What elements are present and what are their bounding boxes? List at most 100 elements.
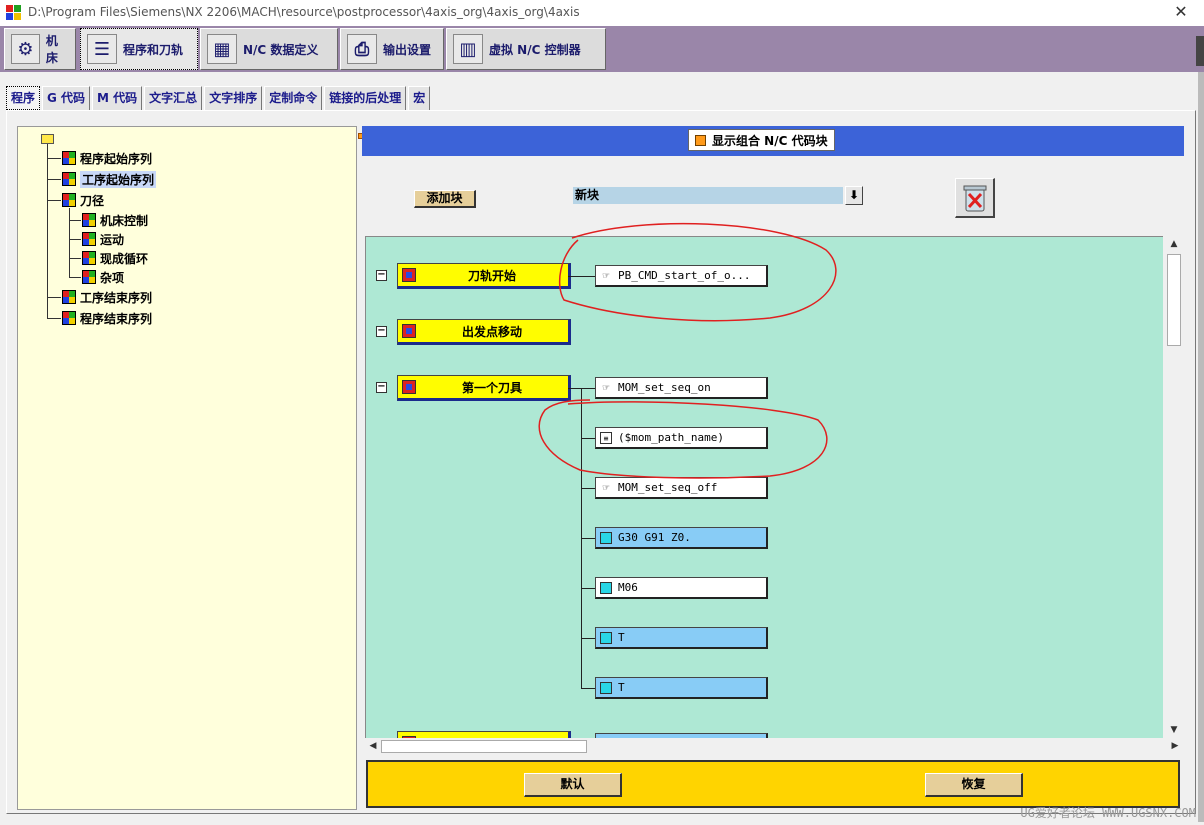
tab-virtual-controller[interactable]: ▥ 虚拟 N/C 控制器 — [446, 28, 606, 70]
block-set-seq-on[interactable]: ☞ MOM_set_seq_on — [595, 377, 768, 399]
scroll-down-icon[interactable]: ▼ — [1165, 722, 1183, 738]
collapse-toggle[interactable]: − — [376, 270, 387, 281]
tree-node-toolpath[interactable]: 刀径 — [62, 191, 104, 209]
event-from-move[interactable]: 出发点移动 — [397, 319, 571, 345]
close-button[interactable]: ✕ — [1158, 0, 1204, 26]
event-icon — [402, 324, 416, 338]
event-icon — [402, 268, 416, 282]
tree-node-label: 现成循环 — [100, 251, 149, 266]
event-label: 刀轨开始 — [467, 268, 516, 283]
tree-node-label: 工序起始序列 — [80, 170, 157, 188]
bottom-bar: 默认 恢复 — [366, 760, 1180, 808]
cube-icon — [82, 251, 96, 265]
scroll-thumb[interactable] — [1167, 254, 1181, 346]
tab-output-settings[interactable]: ⎙ 输出设置 — [340, 28, 444, 70]
scroll-right-icon[interactable]: ▶ — [1167, 738, 1183, 755]
hand-pointer-icon: ☞ — [602, 268, 610, 282]
tab-nc-data[interactable]: ▦ N/C 数据定义 — [200, 28, 338, 70]
block-cube-icon — [600, 581, 612, 594]
horizontal-scrollbar[interactable]: ◀ ▶ — [365, 738, 1183, 755]
block-cube-icon — [600, 681, 612, 694]
tab-label: 输出设置 — [383, 42, 432, 57]
tree-node-program-end[interactable]: 程序结束序列 — [62, 309, 152, 327]
machine-icon: ⚙ — [11, 34, 40, 64]
controller-icon: ▥ — [453, 34, 483, 64]
cube-icon — [82, 232, 96, 246]
trash-icon — [963, 185, 986, 211]
event-label: 第一个刀具 — [461, 380, 522, 395]
subtab-g-code[interactable]: G 代码 — [42, 86, 91, 110]
tab-label: 程序和刀轨 — [123, 42, 184, 57]
tab-program-toolpath[interactable]: ☰ 程序和刀轨 — [80, 28, 198, 70]
default-button[interactable]: 默认 — [524, 773, 622, 797]
tree-node-machine-control[interactable]: 机床控制 — [82, 211, 148, 229]
cube-icon — [62, 172, 76, 186]
collapse-toggle[interactable]: − — [376, 382, 387, 393]
block-t-1[interactable]: T — [595, 627, 768, 649]
tree-node-canned-cycle[interactable]: 现成循环 — [82, 249, 148, 267]
subtab-program[interactable]: 程序 — [6, 86, 41, 110]
tree-node-motion[interactable]: 运动 — [82, 230, 124, 248]
scroll-thumb[interactable] — [381, 740, 587, 753]
title-bar: D:\Program Files\Siemens\NX 2206\MACH\re… — [0, 0, 1204, 26]
block-text: G30 G91 Z0. — [618, 531, 691, 544]
tab-machine[interactable]: ⚙ 机床 — [4, 28, 76, 70]
tree-node-label: 杂项 — [100, 270, 125, 285]
tree-node-label: 运动 — [100, 232, 125, 247]
tab-label: 机床 — [45, 34, 58, 65]
block-t-2[interactable]: T — [595, 677, 768, 699]
block-set-seq-off[interactable]: ☞ MOM_set_seq_off — [595, 477, 768, 499]
block-m06[interactable]: M06 — [595, 577, 768, 599]
tree-node-misc[interactable]: 杂项 — [82, 268, 124, 286]
block-g30[interactable]: G30 G91 Z0. — [595, 527, 768, 549]
subtab-word-summary[interactable]: 文字汇总 — [144, 86, 203, 110]
event-next-partial[interactable] — [397, 731, 571, 738]
restore-button[interactable]: 恢复 — [925, 773, 1023, 797]
show-combined-blocks-toggle[interactable]: 显示组合 N/C 代码块 — [688, 129, 835, 151]
cube-icon — [82, 270, 96, 284]
tree-node-label: 刀径 — [80, 193, 105, 208]
tree-node-operation-end[interactable]: 工序结束序列 — [62, 288, 152, 306]
hand-pointer-icon: ☞ — [602, 380, 610, 394]
subtab-custom-command[interactable]: 定制命令 — [264, 86, 323, 110]
subtab-macro[interactable]: 宏 — [408, 86, 431, 110]
document-icon: ≡ — [600, 431, 612, 444]
header-bar: 显示组合 N/C 代码块 — [362, 126, 1184, 156]
block-text: PB_CMD_start_of_o... — [618, 269, 751, 282]
block-text: T — [618, 631, 625, 644]
watermark: UG爱好者论坛 WWW.UGSNX.COM — [1020, 806, 1196, 820]
subtab-linked-post[interactable]: 链接的后处理 — [324, 86, 407, 110]
cube-icon — [62, 290, 76, 304]
scroll-up-icon[interactable]: ▲ — [1165, 236, 1183, 252]
printer-icon: ⎙ — [347, 34, 377, 64]
vertical-scrollbar[interactable]: ▲ ▼ — [1165, 236, 1183, 738]
subtab-m-code[interactable]: M 代码 — [92, 86, 143, 110]
event-first-tool[interactable]: 第一个刀具 — [397, 375, 571, 401]
nc-data-icon: ▦ — [207, 34, 237, 64]
app-icon — [6, 5, 22, 21]
scroll-left-icon[interactable]: ◀ — [365, 738, 381, 755]
new-block-select[interactable]: 新块 — [573, 187, 843, 204]
tree-node-operation-start[interactable]: 工序起始序列 — [62, 170, 157, 188]
subtab-word-sequence[interactable]: 文字排序 — [204, 86, 263, 110]
collapse-toggle[interactable]: − — [376, 326, 387, 337]
tree-node-label: 机床控制 — [100, 213, 149, 228]
block-canvas: − − − 刀轨开始 出发点移动 第一个刀具 ☞ PB_CMD_start_of… — [365, 236, 1163, 738]
tree-node-label: 程序起始序列 — [80, 151, 153, 166]
block-pb-cmd-start[interactable]: ☞ PB_CMD_start_of_o... — [595, 265, 768, 287]
add-block-button[interactable]: 添加块 — [414, 190, 476, 208]
window-edge — [1196, 36, 1204, 66]
block-path-name-comment[interactable]: ≡ ($mom_path_name) — [595, 427, 768, 449]
main-tab-strip: ⚙ 机床 ☰ 程序和刀轨 ▦ N/C 数据定义 ⎙ 输出设置 ▥ 虚拟 N/C … — [0, 26, 1204, 72]
trash-button[interactable] — [955, 178, 995, 218]
tree-node-label: 工序结束序列 — [80, 290, 153, 305]
block-text: MOM_set_seq_on — [618, 381, 711, 394]
block-text: T — [618, 681, 625, 694]
checkbox-icon — [695, 134, 706, 146]
chevron-down-icon[interactable]: ⬇ — [845, 186, 863, 205]
folder-icon[interactable] — [41, 134, 54, 144]
block-text: M06 — [618, 581, 638, 594]
tree-node-program-start[interactable]: 程序起始序列 — [62, 149, 152, 167]
event-toolpath-start[interactable]: 刀轨开始 — [397, 263, 571, 289]
window-title: D:\Program Files\Siemens\NX 2206\MACH\re… — [28, 5, 580, 19]
